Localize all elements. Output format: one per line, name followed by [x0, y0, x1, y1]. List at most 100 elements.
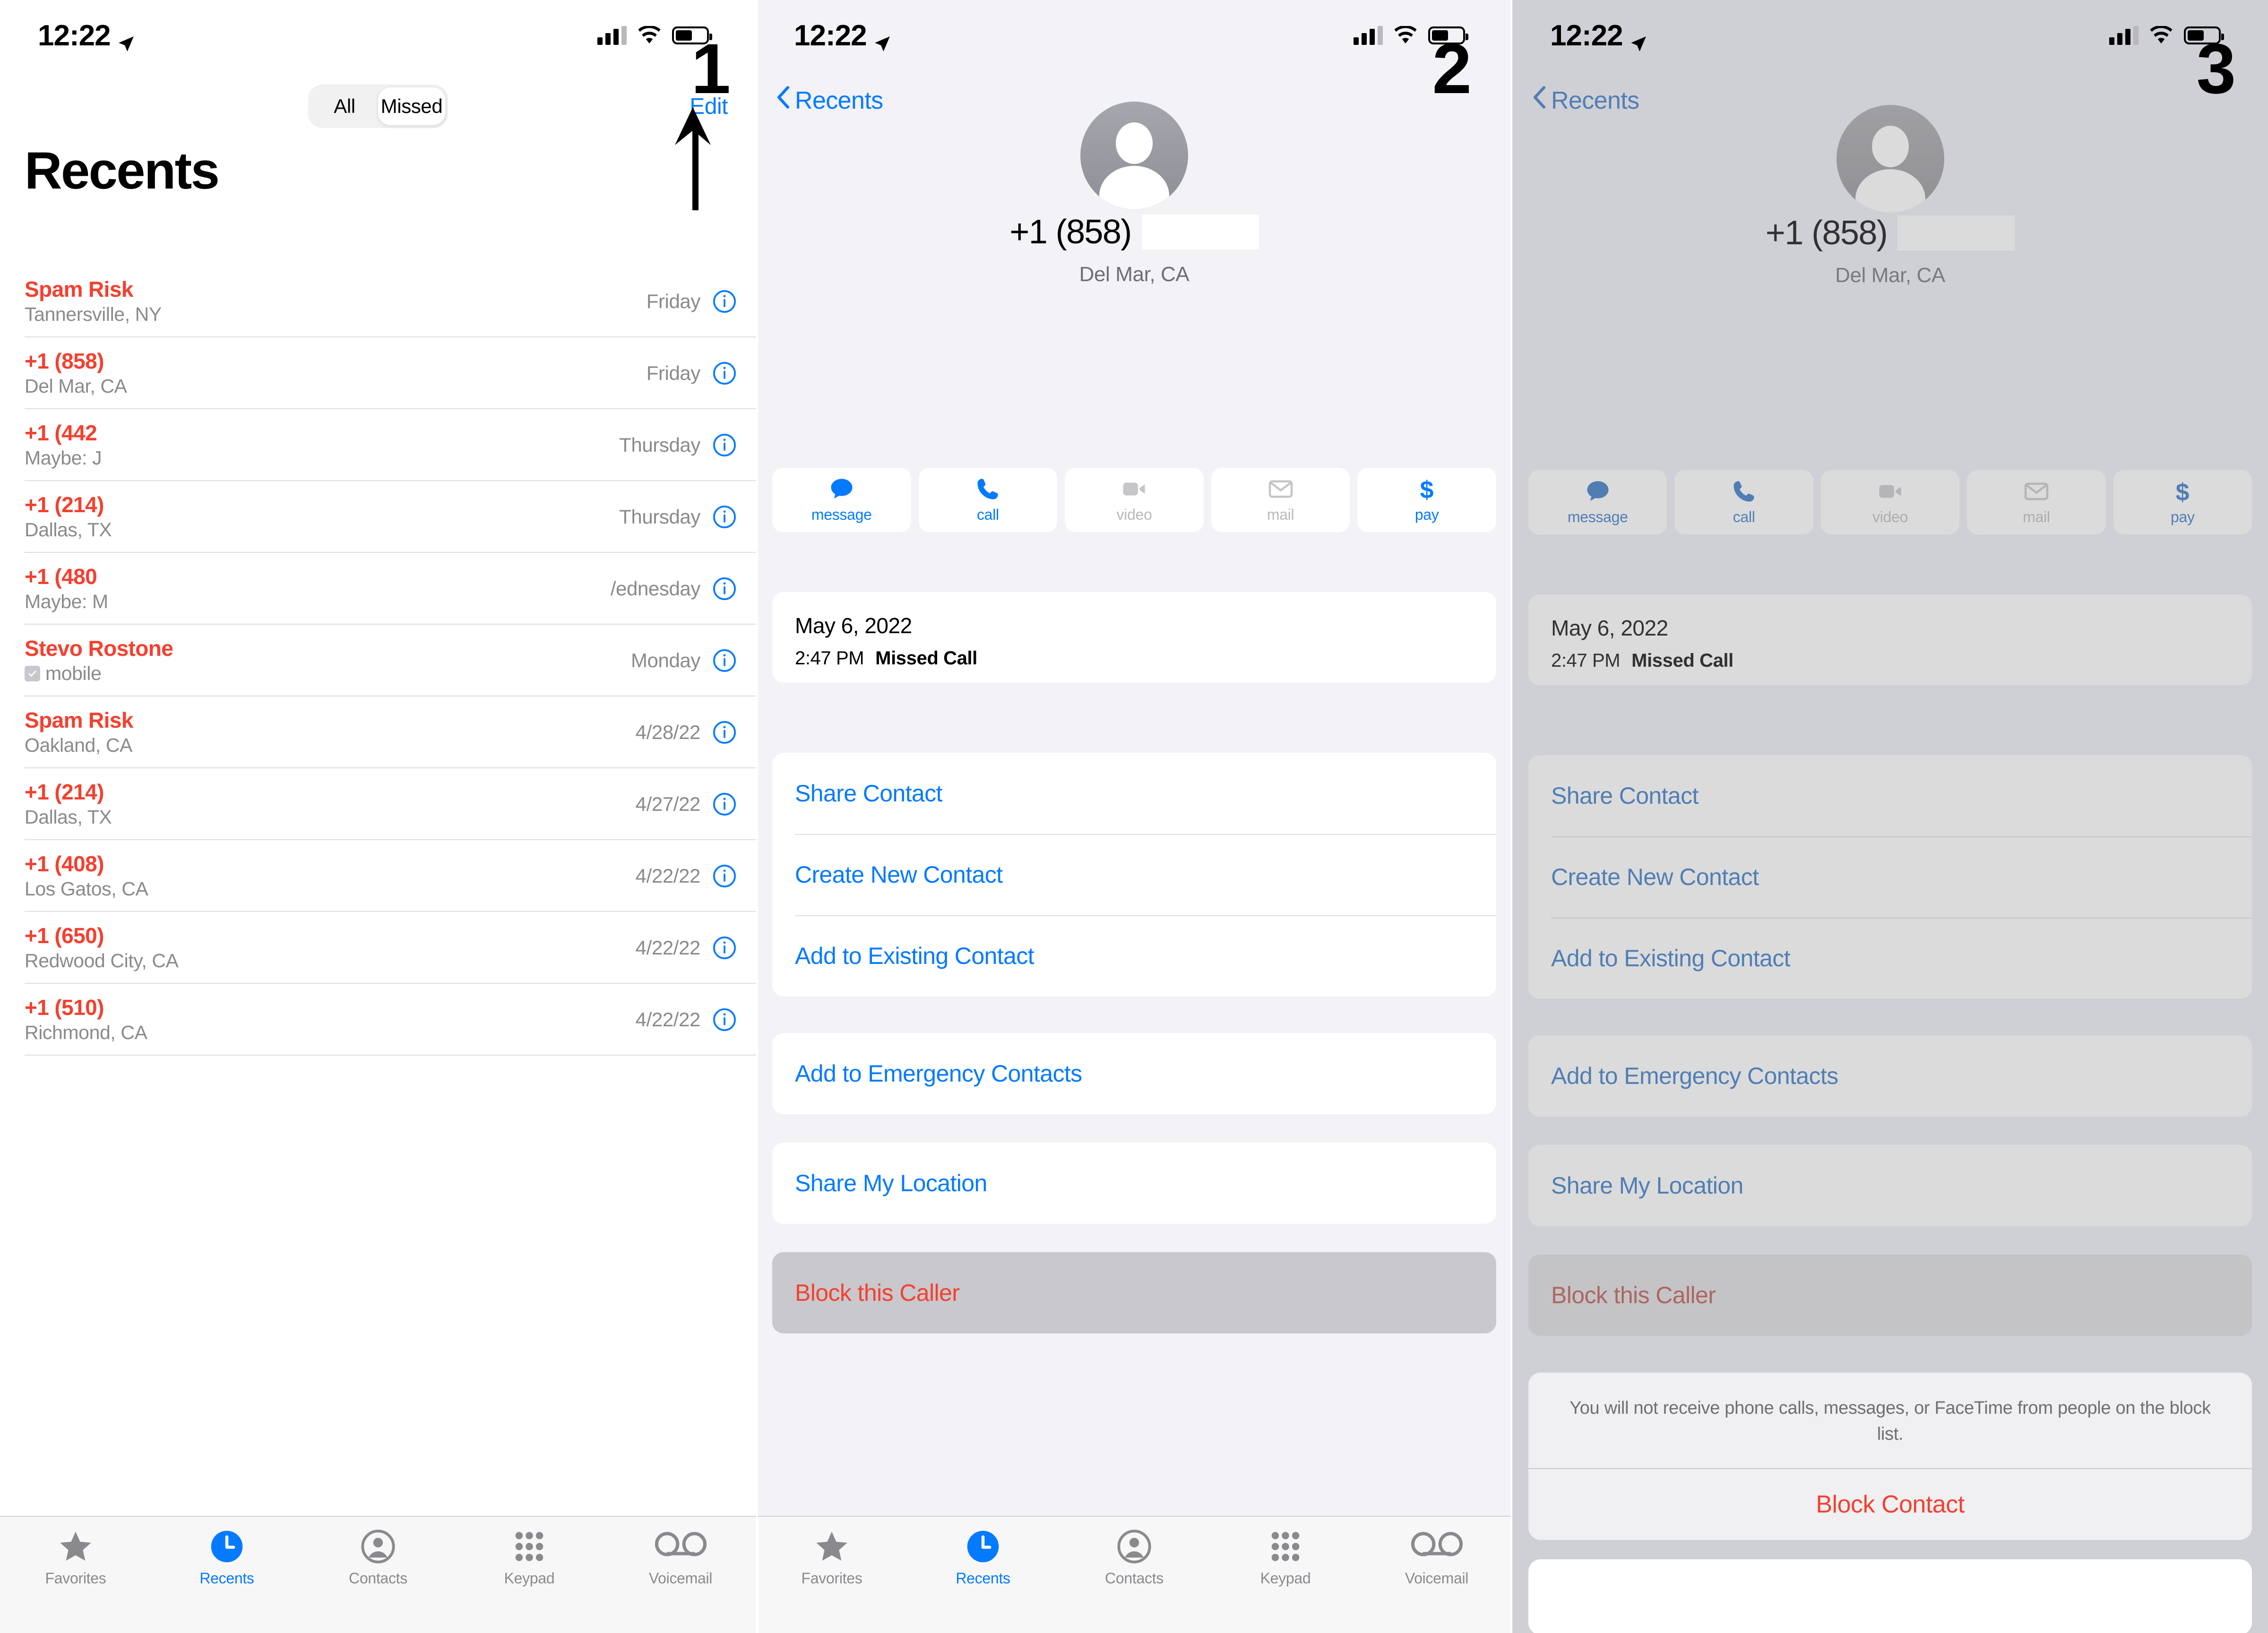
- dollar-sign-icon: $: [2170, 479, 2195, 504]
- tab-recents[interactable]: Recents: [907, 1529, 1059, 1587]
- share-my-location-item[interactable]: Share My Location: [772, 1143, 1496, 1224]
- phone-icon: [975, 476, 1000, 502]
- tab-keypad[interactable]: Keypad: [454, 1529, 605, 1587]
- call-info: +1 (214) Dallas, TX: [25, 492, 619, 541]
- back-label: Recents: [795, 86, 883, 114]
- contact-phone-number-row: +1 (858): [756, 213, 1512, 251]
- call-button[interactable]: call: [1674, 470, 1813, 534]
- info-circle-icon[interactable]: [713, 864, 736, 888]
- table-row[interactable]: +1 (510) Richmond, CA 4/22/22: [0, 984, 756, 1056]
- info-circle-icon[interactable]: [713, 433, 736, 457]
- tab-favorites[interactable]: Favorites: [756, 1529, 907, 1587]
- info-circle-icon[interactable]: [713, 1008, 736, 1031]
- call-name: +1 (858): [25, 348, 104, 373]
- pay-button[interactable]: $ pay: [2113, 470, 2252, 534]
- block-caller-card[interactable]: Block this Caller: [772, 1252, 1496, 1333]
- calls-filter-segmented-control[interactable]: All Missed: [308, 85, 448, 128]
- share-contact-item-3[interactable]: Share Contact: [1528, 755, 2252, 836]
- call-button[interactable]: call: [918, 468, 1058, 532]
- info-circle-icon[interactable]: [713, 361, 736, 385]
- sheet-cancel-card[interactable]: [1528, 1559, 2252, 1633]
- table-row[interactable]: +1 (408) Los Gatos, CA 4/22/22: [0, 840, 756, 912]
- share-my-location-item-3[interactable]: Share My Location: [1528, 1145, 2252, 1226]
- table-row[interactable]: +1 (214) Dallas, TX 4/27/22: [0, 768, 756, 840]
- block-this-caller-item[interactable]: Block this Caller: [772, 1252, 1496, 1333]
- table-row[interactable]: +1 (650) Redwood City, CA 4/22/22: [0, 912, 756, 984]
- back-label-3: Recents: [1551, 86, 1639, 114]
- call-timestamp: 4/22/22: [635, 865, 701, 887]
- redaction-box: [156, 455, 307, 473]
- create-new-contact-item[interactable]: Create New Contact: [772, 834, 1496, 915]
- call-timestamp: 4/22/22: [635, 937, 701, 959]
- tab-contacts[interactable]: Contacts: [302, 1529, 454, 1587]
- table-row[interactable]: +1 (214) Dallas, TX Thursday: [0, 481, 756, 553]
- table-row[interactable]: +1 (858) Del Mar, CA Friday: [0, 337, 756, 409]
- pay-label: pay: [1414, 506, 1439, 523]
- status-time-3: 12:22: [1550, 19, 1623, 52]
- block-this-caller-item-3[interactable]: Block this Caller: [1528, 1255, 2252, 1336]
- video-camera-icon: [1878, 479, 1903, 504]
- redaction-box-phone-3: [1897, 215, 2015, 250]
- tab-recents[interactable]: Recents: [151, 1529, 302, 1587]
- call-info: Stevo Rostone mobile: [25, 636, 631, 685]
- status-time-group-3: 12:22: [1550, 19, 1647, 52]
- table-row[interactable]: Stevo Rostone mobile Monday: [0, 625, 756, 696]
- segment-missed[interactable]: Missed: [378, 87, 445, 125]
- tab-voicemail[interactable]: Voicemail: [1361, 1529, 1512, 1587]
- block-caller-card-3[interactable]: Block this Caller: [1528, 1255, 2252, 1336]
- step-badge-1: 1: [691, 29, 731, 108]
- call-label: call: [976, 506, 999, 523]
- message-bubble-icon: [829, 476, 854, 502]
- table-row[interactable]: Spam Risk Oakland, CA 4/28/22: [0, 696, 756, 768]
- tab-keypad[interactable]: Keypad: [1210, 1529, 1361, 1587]
- info-circle-icon[interactable]: [713, 721, 736, 744]
- info-circle-icon[interactable]: [713, 290, 736, 313]
- message-button[interactable]: message: [772, 468, 911, 532]
- tab-voicemail[interactable]: Voicemail: [605, 1529, 756, 1587]
- emergency-contacts-card-3: Add to Emergency Contacts: [1528, 1035, 2252, 1117]
- table-row[interactable]: Spam Risk Tannersville, NY Friday: [0, 266, 756, 337]
- back-to-recents-button-3[interactable]: Recents: [1533, 86, 1639, 115]
- table-row[interactable]: +1 (442 Maybe: J Thursday: [0, 409, 756, 481]
- add-to-emergency-contacts-item[interactable]: Add to Emergency Contacts: [772, 1033, 1496, 1114]
- info-circle-icon[interactable]: [713, 792, 736, 816]
- envelope-icon: [1268, 476, 1294, 502]
- create-new-contact-item-3[interactable]: Create New Contact: [1528, 836, 2252, 918]
- tab-contacts[interactable]: Contacts: [1059, 1529, 1210, 1587]
- call-info: +1 (858) Del Mar, CA: [25, 349, 647, 398]
- tab-label: Favorites: [801, 1570, 862, 1587]
- add-to-existing-contact-item-3[interactable]: Add to Existing Contact: [1528, 918, 2252, 999]
- table-row[interactable]: +1 (480 Maybe: M/ednesday: [0, 553, 756, 625]
- tab-bar-panel2: Favorites Recents Contacts Keypad Voicemail: [756, 1516, 1512, 1633]
- share-location-card: Share My Location: [772, 1143, 1496, 1224]
- call-subtitle: Del Mar, CA: [25, 375, 127, 397]
- add-to-existing-contact-item[interactable]: Add to Existing Contact: [772, 915, 1496, 997]
- location-arrow-icon: [117, 26, 135, 52]
- recents-call-list: Spam Risk Tannersville, NY Friday +1 (858) D…: [0, 266, 756, 1056]
- call-meta: 2:47 PM Missed Call: [795, 648, 1474, 669]
- message-button[interactable]: message: [1528, 470, 1667, 534]
- call-subtitle: mobile: [45, 662, 102, 685]
- info-circle-icon[interactable]: [713, 577, 736, 601]
- segment-all[interactable]: All: [311, 87, 378, 125]
- pay-button[interactable]: $ pay: [1357, 468, 1496, 532]
- add-to-emergency-contacts-item-3[interactable]: Add to Emergency Contacts: [1528, 1035, 2252, 1117]
- tab-label: Recents: [956, 1570, 1010, 1587]
- redaction-box: [156, 598, 307, 617]
- call-name: +1 (408): [25, 851, 104, 876]
- tab-favorites[interactable]: Favorites: [0, 1529, 151, 1587]
- person-avatar-icon: [1080, 102, 1188, 209]
- status-time-group-2: 12:22: [794, 19, 891, 52]
- info-circle-icon[interactable]: [713, 649, 736, 672]
- call-timestamp: Thursday: [619, 434, 700, 456]
- info-circle-icon[interactable]: [713, 936, 736, 960]
- call-time-3: 2:47 PM: [1551, 650, 1621, 671]
- message-label: message: [811, 506, 872, 523]
- share-contact-item[interactable]: Share Contact: [772, 753, 1496, 834]
- svg-text:$: $: [2176, 479, 2190, 504]
- redaction-box: [198, 414, 397, 422]
- back-to-recents-button[interactable]: Recents: [777, 86, 883, 115]
- cellular-signal-icon: [597, 26, 627, 45]
- block-contact-button[interactable]: Block Contact: [1528, 1469, 2252, 1540]
- info-circle-icon[interactable]: [713, 505, 736, 529]
